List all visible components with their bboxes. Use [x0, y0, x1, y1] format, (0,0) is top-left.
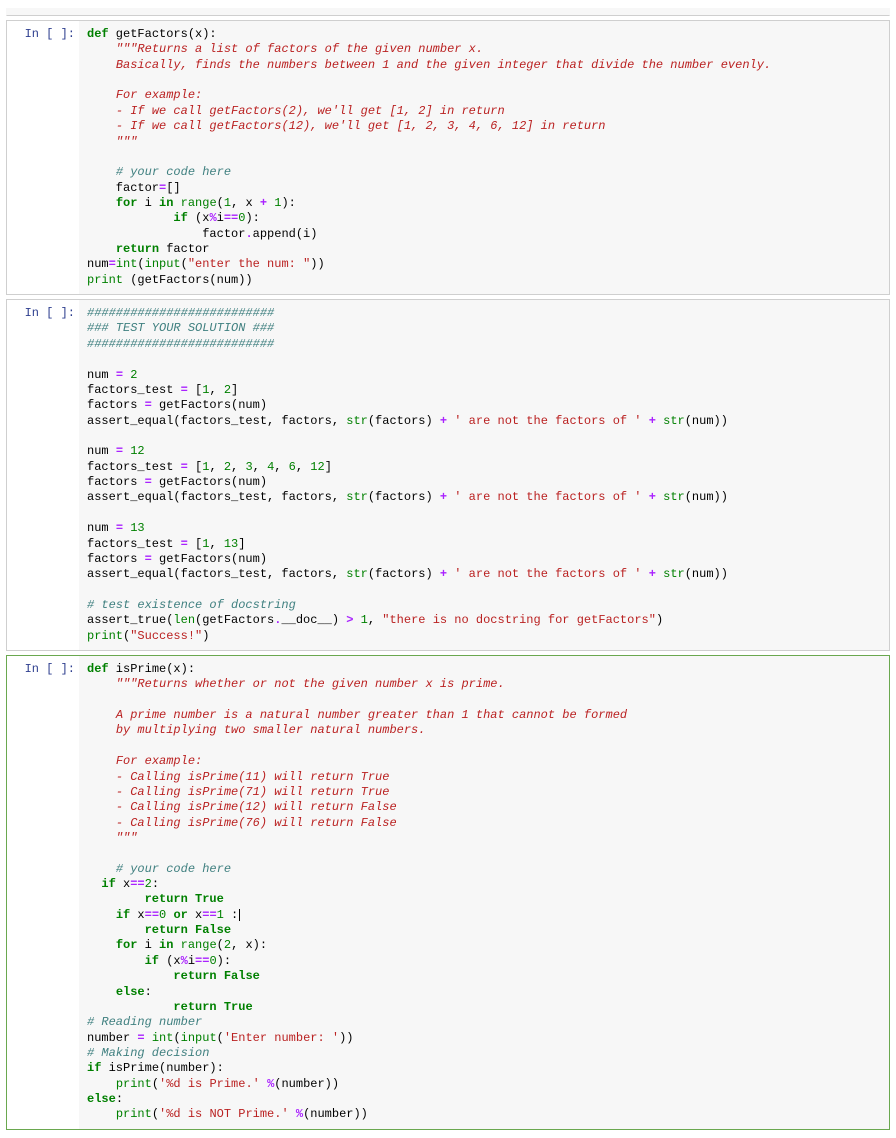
notebook: In [ ]:def getFactors(x): """Returns a l… — [0, 0, 896, 1138]
code-cell[interactable]: In [ ]:########################## ### TE… — [6, 299, 890, 651]
input-prompt: In [ ]: — [7, 656, 79, 1129]
input-prompt: In [ ]: — [7, 300, 79, 650]
code-editor[interactable]: ########################## ### TEST YOUR… — [79, 300, 889, 650]
code-editor[interactable]: def getFactors(x): """Returns a list of … — [79, 21, 889, 294]
cell-stub-top — [6, 8, 890, 16]
code-content[interactable]: def getFactors(x): """Returns a list of … — [87, 27, 881, 288]
input-prompt: In [ ]: — [7, 21, 79, 294]
code-editor[interactable]: def isPrime(x): """Returns whether or no… — [79, 656, 889, 1129]
code-cell[interactable]: In [ ]:def getFactors(x): """Returns a l… — [6, 20, 890, 295]
code-cell[interactable]: In [ ]:def isPrime(x): """Returns whethe… — [6, 655, 890, 1130]
code-content[interactable]: ########################## ### TEST YOUR… — [87, 306, 881, 644]
code-content[interactable]: def isPrime(x): """Returns whether or no… — [87, 662, 881, 1123]
